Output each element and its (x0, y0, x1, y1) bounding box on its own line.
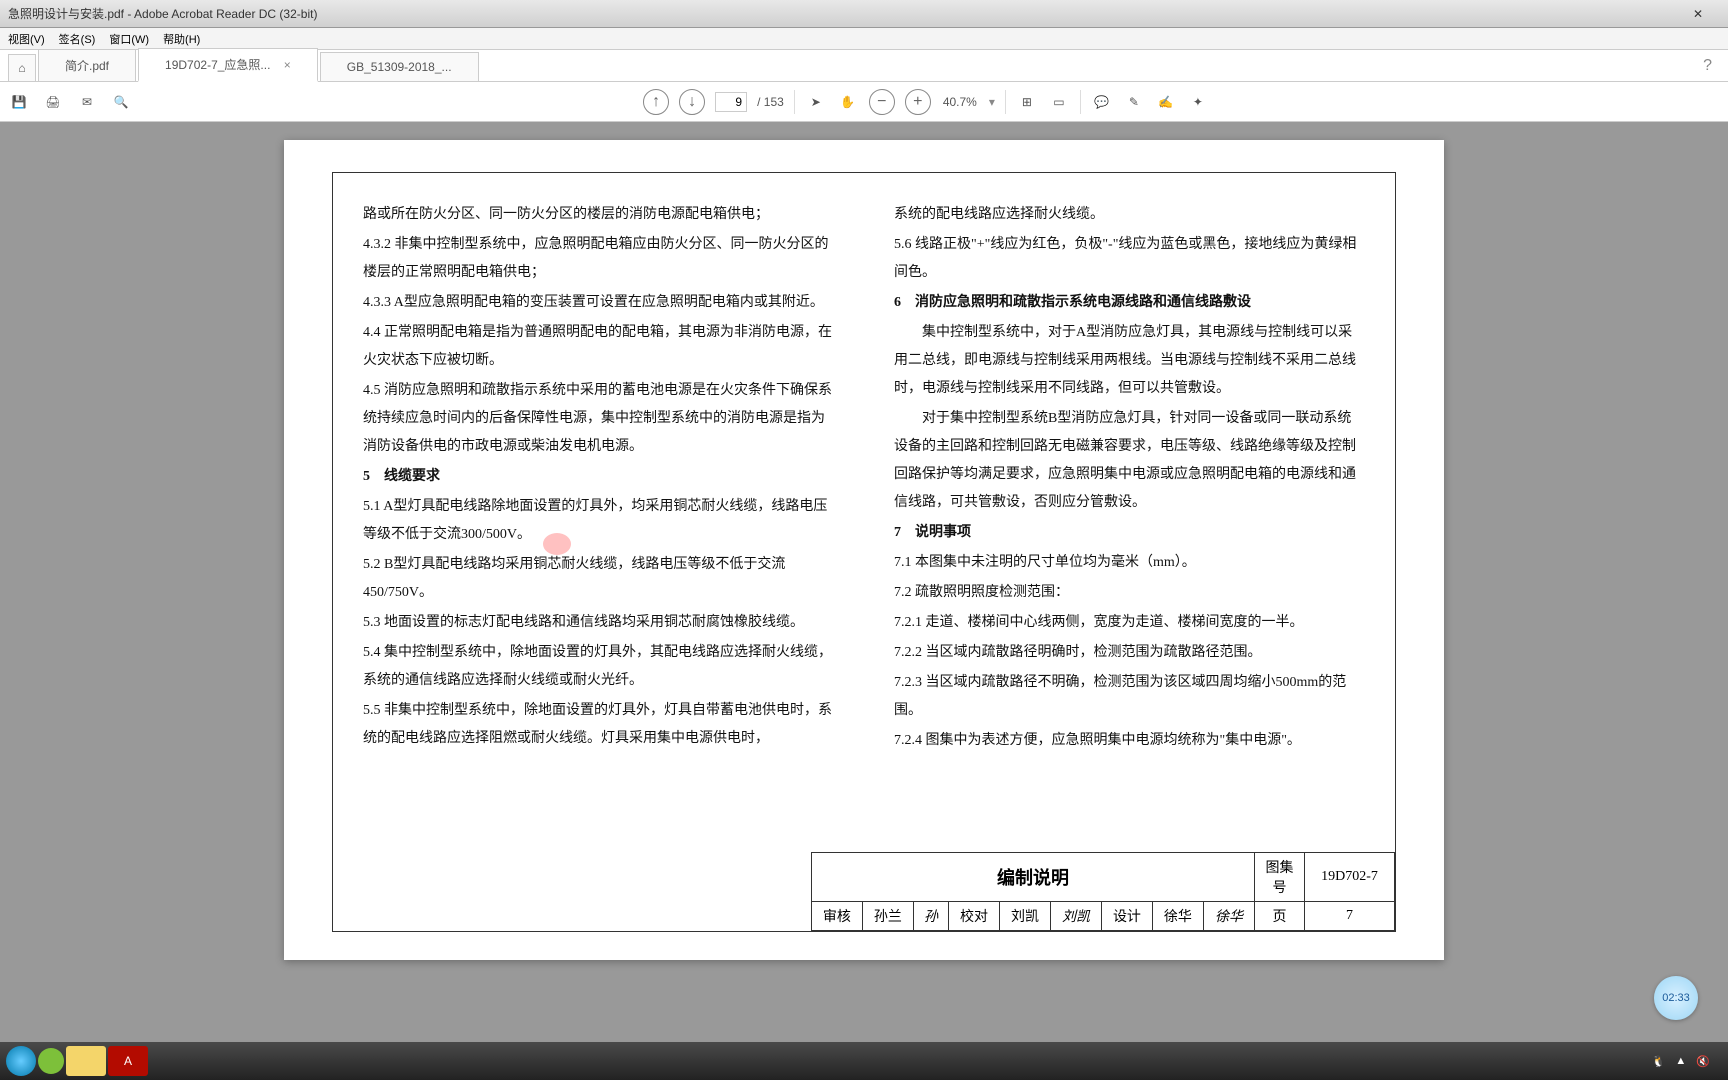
tab-2-active[interactable]: 19D702-7_应急照... × (138, 48, 318, 82)
document-area[interactable]: 路或所在防火分区、同一防火分区的楼层的消防电源配电箱供电； 4.3.2 非集中控… (0, 122, 1728, 1042)
clock-time: 02:33 (1662, 992, 1690, 1004)
zoom-level[interactable]: 40.7% (941, 93, 979, 111)
save-icon[interactable]: 💾 (8, 91, 30, 113)
highlight-pen-icon[interactable]: ✎ (1123, 91, 1145, 113)
system-tray[interactable]: 🐧 ▲ 🔇 (1652, 1055, 1722, 1068)
start-button[interactable] (6, 1046, 36, 1076)
tab-home[interactable]: ⌂ (8, 54, 36, 81)
title-bar: 急照明设计与安装.pdf - Adobe Acrobat Reader DC (… (0, 0, 1728, 28)
browser-icon[interactable] (38, 1048, 64, 1074)
clock-widget[interactable]: 02:33 (1654, 976, 1698, 1020)
network-icon[interactable]: 🔇 (1696, 1055, 1710, 1068)
title-block-table-over: 编制说明 图集号 19D702-7 审核 孙兰 孙 校对 刘凯 刘凯 设计 徐华… (811, 852, 1395, 931)
page-total: / 153 (757, 95, 784, 109)
tab-3[interactable]: GB_51309-2018_... (320, 52, 479, 81)
main-toolbar: 💾 🖨 ✉ 🔍 ↑ ↓ / 153 ➤ ✋ − + 40.7% ▾ ⊞ ▭ 💬 … (0, 82, 1728, 122)
menu-view[interactable]: 视图(V) (8, 31, 45, 47)
print-icon[interactable]: 🖨 (42, 91, 64, 113)
zoom-out-button[interactable]: − (869, 89, 895, 115)
explorer-icon[interactable] (66, 1046, 106, 1076)
right-column: 系统的配电线路应选择耐火线缆。 5.6 线路正极"+"线应为红色，负极"-"线应… (864, 173, 1395, 931)
tab-2-label: 19D702-7_应急照... (165, 58, 270, 72)
hand-icon[interactable]: ✋ (837, 91, 859, 113)
tab-1[interactable]: 简介.pdf (38, 49, 136, 81)
tab-1-label: 简介.pdf (65, 59, 109, 73)
menu-help[interactable]: 帮助(H) (163, 31, 200, 47)
taskbar[interactable]: A 🐧 ▲ 🔇 (0, 1042, 1728, 1080)
page-down-button[interactable]: ↓ (679, 89, 705, 115)
stamp-icon[interactable]: ✦ (1187, 91, 1209, 113)
fit-page-icon[interactable]: ▭ (1048, 91, 1070, 113)
signature-icon[interactable]: ✍ (1155, 91, 1177, 113)
tab-3-label: GB_51309-2018_... (347, 60, 452, 74)
tab-bar: ⌂ 简介.pdf 19D702-7_应急照... × GB_51309-2018… (0, 50, 1728, 82)
fit-width-icon[interactable]: ⊞ (1016, 91, 1038, 113)
left-column: 路或所在防火分区、同一防火分区的楼层的消防电源配电箱供电； 4.3.2 非集中控… (333, 173, 864, 931)
pdf-page: 路或所在防火分区、同一防火分区的楼层的消防电源配电箱供电； 4.3.2 非集中控… (284, 140, 1444, 960)
zoom-in-button[interactable]: + (905, 89, 931, 115)
comment-icon[interactable]: 💬 (1091, 91, 1113, 113)
menu-bar: 视图(V) 签名(S) 窗口(W) 帮助(H) (0, 28, 1728, 50)
page-up-button[interactable]: ↑ (643, 89, 669, 115)
mail-icon[interactable]: ✉ (76, 91, 98, 113)
pointer-icon[interactable]: ➤ (805, 91, 827, 113)
window-title: 急照明设计与安装.pdf - Adobe Acrobat Reader DC (… (8, 5, 317, 22)
tray-icon[interactable]: ▲ (1675, 1055, 1686, 1067)
page-number-input[interactable] (715, 92, 747, 112)
menu-window[interactable]: 窗口(W) (109, 31, 149, 47)
search-icon[interactable]: 🔍 (110, 91, 132, 113)
tray-icon[interactable]: 🐧 (1652, 1055, 1666, 1068)
tab-2-close[interactable]: × (284, 58, 291, 72)
help-icon[interactable]: ? (1703, 57, 1712, 81)
window-close-button[interactable]: ✕ (1676, 7, 1720, 21)
cursor-highlight (543, 533, 571, 555)
zoom-dropdown-icon[interactable]: ▾ (989, 95, 995, 109)
menu-sign[interactable]: 签名(S) (59, 31, 96, 47)
acrobat-icon[interactable]: A (108, 1046, 148, 1076)
